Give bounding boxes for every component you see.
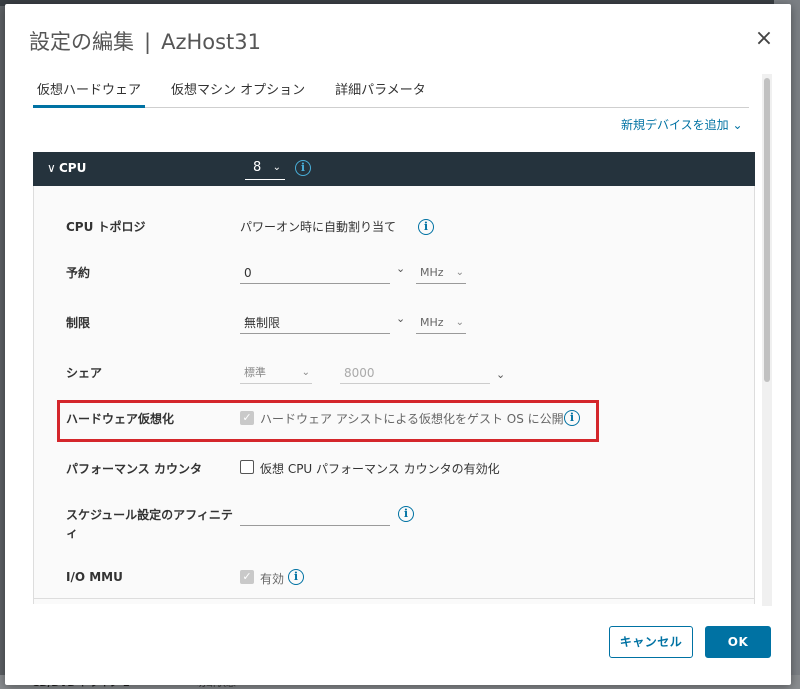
chevron-down-icon: ⌄ [272, 162, 281, 173]
ok-button[interactable]: OK [705, 626, 771, 658]
chevron-down-icon[interactable]: ⌄ [496, 368, 505, 381]
dialog-title-separator: | [144, 30, 152, 54]
info-icon[interactable]: i [295, 160, 311, 176]
chevron-down-icon: ⌄ [455, 267, 464, 278]
shares-value-input[interactable]: 8000 [340, 362, 490, 384]
limit-unit-value: MHz [420, 316, 444, 329]
highlight-box [57, 400, 599, 442]
reservation-label: 予約 [66, 266, 91, 280]
reservation-input[interactable]: 0 [240, 262, 390, 284]
cpu-section-body: CPU トポロジ パワーオン時に自動割り当て i 予約 0 ⌄ MHz ⌄ 制限… [33, 186, 755, 604]
chevron-down-icon: ⌄ [301, 367, 310, 378]
chevron-down-icon[interactable]: ∨ [47, 161, 56, 175]
sched-affinity-input[interactable] [240, 504, 390, 526]
tab-virtual-hardware[interactable]: 仮想ハードウェア [33, 80, 146, 108]
dialog-title-text: 設定の編集 [29, 30, 134, 54]
reservation-unit-select[interactable]: MHz ⌄ [416, 262, 466, 284]
dialog-tabs: 仮想ハードウェア 仮想マシン オプション 詳細パラメータ [33, 80, 749, 108]
sched-affinity-label: スケジュール設定のアフィニティ [66, 508, 233, 540]
scrollbar-thumb[interactable] [764, 78, 770, 382]
limit-input[interactable]: 無制限 [240, 312, 390, 334]
info-icon[interactable]: i [418, 219, 434, 235]
cancel-button[interactable]: キャンセル [609, 626, 693, 658]
cpu-section-title: CPU [59, 161, 87, 175]
add-new-device-button[interactable]: 新規デバイスを追加 ⌄ [621, 116, 743, 133]
limit-unit-select[interactable]: MHz ⌄ [416, 312, 466, 334]
iommu-option: 有効 [260, 572, 285, 586]
tab-vm-options[interactable]: 仮想マシン オプション [167, 80, 309, 108]
shares-label: シェア [66, 366, 103, 380]
iommu-checkbox[interactable]: ✓ [240, 570, 254, 584]
reservation-unit-value: MHz [420, 266, 444, 279]
shares-level-value: 標準 [244, 366, 266, 379]
limit-label: 制限 [66, 316, 91, 330]
perf-counter-option: 仮想 CPU パフォーマンス カウンタの有効化 [260, 462, 500, 476]
cpu-topology-value: パワーオン時に自動割り当て [240, 220, 397, 234]
dialog-scrollbar[interactable] [762, 74, 772, 606]
cpu-section-header[interactable]: ∨ CPU 8 ⌄ i [33, 152, 755, 186]
info-icon[interactable]: i [398, 506, 414, 522]
cpu-count-select[interactable]: 8 ⌄ [245, 158, 285, 180]
iommu-label: I/O MMU [66, 570, 123, 584]
info-icon[interactable]: i [288, 569, 304, 585]
chevron-down-icon: ⌄ [455, 317, 464, 328]
dialog-title: 設定の編集 | AzHost31 [29, 26, 261, 56]
shares-level-select[interactable]: 標準 ⌄ [240, 362, 312, 384]
close-icon[interactable]: × [753, 28, 775, 50]
chevron-down-icon[interactable]: ⌄ [396, 262, 405, 275]
section-divider [34, 598, 754, 599]
dialog-vm-name: AzHost31 [161, 30, 262, 54]
tab-advanced-parameters[interactable]: 詳細パラメータ [331, 80, 430, 108]
chevron-down-icon[interactable]: ⌄ [396, 312, 405, 325]
perf-counter-label: パフォーマンス カウンタ [66, 462, 202, 476]
cpu-count-value: 8 [253, 160, 262, 175]
perf-counter-checkbox[interactable] [240, 460, 254, 474]
cpu-topology-label: CPU トポロジ [66, 220, 146, 234]
edit-settings-dialog: 設定の編集 | AzHost31 × 仮想ハードウェア 仮想マシン オプション 詳細… [5, 4, 791, 685]
